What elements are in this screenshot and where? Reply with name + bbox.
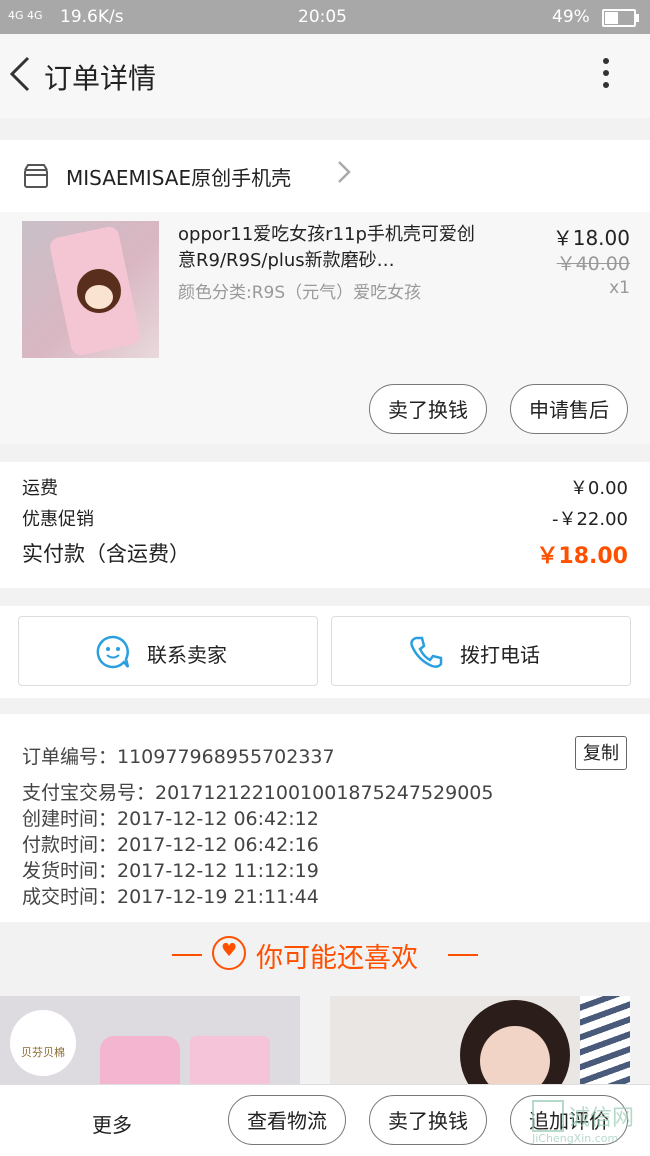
battery-percent: 49% bbox=[552, 7, 590, 27]
chevron-right-icon bbox=[336, 158, 352, 193]
phone-icon bbox=[410, 636, 443, 668]
discount-row: 优惠促销 -￥22.00 bbox=[22, 505, 628, 535]
view-logistics-button[interactable]: 查看物流 bbox=[228, 1095, 346, 1145]
fee-summary: 运费 ￥0.00 优惠促销 -￥22.00 实付款（含运费） ￥18.00 bbox=[0, 462, 650, 588]
store-icon bbox=[24, 164, 48, 188]
status-bar: 4G 4G 19.6K/s 20:05 49% bbox=[0, 0, 650, 34]
total-value: ￥18.00 bbox=[536, 544, 628, 569]
more-options-icon[interactable] bbox=[588, 52, 624, 102]
discount-label: 优惠促销 bbox=[22, 509, 94, 530]
product-spec: 颜色分类:R9S（元气）爱吃女孩 bbox=[178, 283, 422, 303]
watermark-logo: 诚信网 JiChengXin.com bbox=[524, 1094, 650, 1150]
watermark-text: 诚信网 bbox=[568, 1106, 635, 1131]
shop-row[interactable]: MISAEMISAE原创手机壳 bbox=[0, 140, 650, 212]
shipping-row: 运费 ￥0.00 bbox=[22, 474, 628, 504]
more-button[interactable]: 更多 bbox=[92, 1109, 132, 1138]
discount-value: -￥22.00 bbox=[551, 509, 628, 530]
product-title: oppor11爱吃女孩r11p手机壳可爱创意R9/R9S/plus新款磨砂… bbox=[178, 224, 475, 271]
product-quantity: x1 bbox=[609, 278, 630, 298]
watermark-url: JiChengXin.com bbox=[532, 1132, 619, 1145]
signal-indicator: 4G 4G bbox=[8, 9, 43, 22]
original-price: ￥40.00 bbox=[556, 253, 630, 275]
sell-for-cash-button[interactable]: 卖了换钱 bbox=[369, 384, 487, 434]
recommend-header: 你可能还喜欢 bbox=[0, 924, 650, 984]
product-thumbnail[interactable] bbox=[22, 221, 159, 358]
shop-name: MISAEMISAE原创手机壳 bbox=[66, 166, 292, 190]
app-header: 订单详情 bbox=[0, 34, 650, 118]
shipping-label: 运费 bbox=[22, 478, 58, 499]
page-title: 订单详情 bbox=[44, 62, 157, 95]
divider-left bbox=[172, 954, 202, 956]
heart-icon bbox=[212, 936, 246, 970]
striped-pillow bbox=[580, 996, 630, 1084]
completed-time: 成交时间：2017-12-19 21:11:44 bbox=[22, 886, 319, 908]
alipay-number: 支付宝交易号：2017121221001001875247529005 bbox=[22, 782, 494, 804]
paid-time: 付款时间：2017-12-12 06:42:16 bbox=[22, 834, 319, 856]
total-row: 实付款（含运费） ￥18.00 bbox=[22, 538, 628, 569]
recommend-item[interactable]: 贝芬贝棉 bbox=[0, 996, 300, 1084]
order-number: 订单编号：110977968955702337 bbox=[22, 746, 335, 768]
shipped-time: 发货时间：2017-12-12 11:12:19 bbox=[22, 860, 319, 882]
sell-for-cash-button[interactable]: 卖了换钱 bbox=[369, 1095, 487, 1145]
recommend-item[interactable] bbox=[330, 996, 630, 1084]
clock: 20:05 bbox=[298, 7, 347, 27]
order-info: 订单编号：110977968955702337 复制 支付宝交易号：201712… bbox=[0, 714, 650, 922]
battery-icon bbox=[602, 9, 639, 27]
total-label: 实付款（含运费） bbox=[22, 542, 190, 566]
back-arrow-icon[interactable] bbox=[6, 54, 42, 98]
call-phone-button[interactable]: 拨打电话 bbox=[331, 616, 631, 686]
brand-name: 贝芬贝棉 bbox=[21, 1046, 65, 1059]
created-time: 创建时间：2017-12-12 06:42:12 bbox=[22, 808, 319, 830]
after-sales-button[interactable]: 申请售后 bbox=[510, 384, 628, 434]
product-price: ￥18.00 bbox=[552, 226, 630, 250]
brand-logo: 贝芬贝棉 bbox=[10, 1010, 76, 1076]
divider-right bbox=[448, 954, 478, 956]
recommend-title: 你可能还喜欢 bbox=[256, 943, 418, 974]
copy-button[interactable]: 复制 bbox=[575, 736, 627, 770]
product-item[interactable]: oppor11爱吃女孩r11p手机壳可爱创意R9/R9S/plus新款磨砂… 颜… bbox=[0, 212, 650, 444]
network-speed: 19.6K/s bbox=[60, 7, 124, 27]
contact-seller-label: 联系卖家 bbox=[147, 643, 227, 667]
product-image bbox=[190, 1036, 270, 1084]
contact-section: 联系卖家 拨打电话 bbox=[0, 606, 650, 698]
product-image bbox=[100, 1036, 180, 1084]
contact-seller-button[interactable]: 联系卖家 bbox=[18, 616, 318, 686]
chat-bubble-icon bbox=[96, 635, 130, 669]
call-phone-label: 拨打电话 bbox=[460, 643, 540, 667]
watermark-icon bbox=[532, 1100, 564, 1132]
shipping-value: ￥0.00 bbox=[569, 478, 628, 499]
